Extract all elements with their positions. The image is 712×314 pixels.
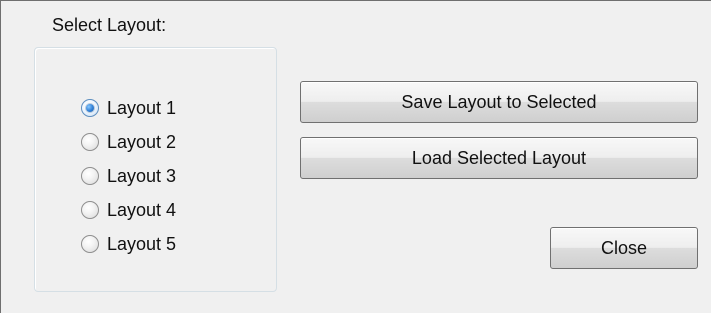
- radio-selected-dot-icon: [86, 104, 94, 112]
- radio-button-icon[interactable]: [81, 167, 99, 185]
- layout-4-option[interactable]: Layout 4: [81, 193, 176, 227]
- layout-3-label: Layout 3: [107, 166, 177, 186]
- select-layout-title: Select Layout:: [48, 14, 171, 36]
- radio-button-selected-icon[interactable]: [81, 99, 99, 117]
- layout-2-label: Layout 2: [107, 132, 177, 152]
- radio-button-icon[interactable]: [81, 235, 99, 253]
- layout-5-option[interactable]: Layout 5: [81, 227, 176, 261]
- layout-1-option[interactable]: Layout 1: [81, 91, 176, 125]
- layout-5-label: Layout 5: [107, 234, 177, 254]
- layout-dialog: Select Layout: Layout 1 Layout 2 Layout …: [0, 0, 711, 313]
- load-layout-button[interactable]: Load Selected Layout: [300, 137, 698, 179]
- layout-2-option[interactable]: Layout 2: [81, 125, 176, 159]
- layout-radio-list: Layout 1 Layout 2 Layout 3 Layout 4 Layo…: [81, 91, 176, 261]
- save-layout-button[interactable]: Save Layout to Selected: [300, 81, 698, 123]
- layout-4-label: Layout 4: [107, 200, 177, 220]
- close-button[interactable]: Close: [550, 227, 698, 269]
- layout-3-option[interactable]: Layout 3: [81, 159, 176, 193]
- radio-button-icon[interactable]: [81, 133, 99, 151]
- radio-button-icon[interactable]: [81, 201, 99, 219]
- layout-1-label: Layout 1: [107, 98, 177, 118]
